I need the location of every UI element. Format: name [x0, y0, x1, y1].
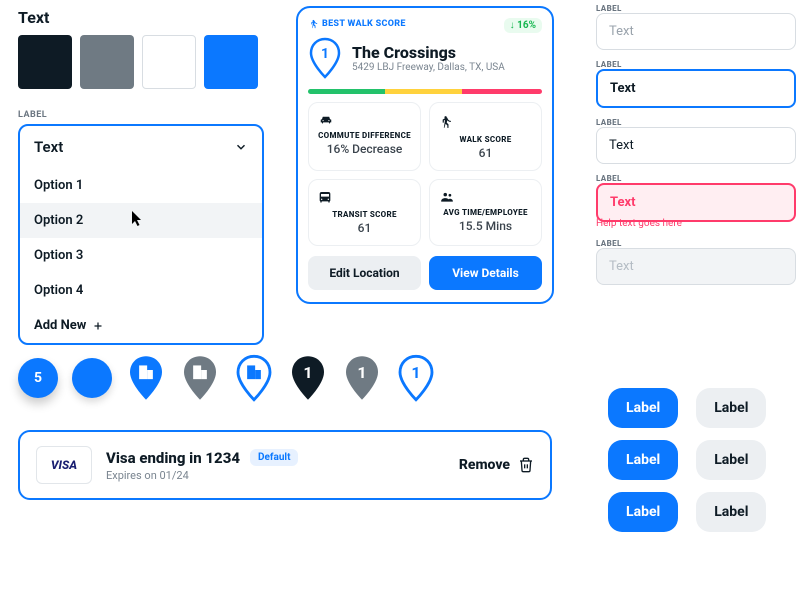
swatch-dark[interactable] [18, 35, 72, 89]
text-input-default[interactable]: Text [596, 13, 796, 50]
best-walk-score-badge: BEST WALK SCORE [308, 18, 406, 30]
location-address: 5429 LBJ Freeway, Dallas, TX, USA [352, 62, 505, 73]
text-input-disabled: Text [596, 248, 796, 285]
location-title: The Crossings [352, 43, 505, 62]
pin-building-outline[interactable] [234, 354, 274, 402]
chevron-down-icon [234, 140, 248, 154]
swatch-gray[interactable] [80, 35, 134, 89]
cursor-icon [132, 211, 144, 227]
field-label: LABEL [596, 239, 796, 248]
text-heading: Text [18, 8, 258, 27]
dropdown-add-new[interactable]: Add New [20, 308, 262, 343]
chip-secondary[interactable]: Label [696, 492, 766, 532]
plus-icon [92, 320, 104, 332]
pin-number-dark[interactable]: 1 [288, 354, 328, 402]
payment-card: VISA Visa ending in 1234 Default Expires… [18, 430, 552, 500]
delta-badge: ↓ 16% [504, 18, 542, 33]
svg-text:1: 1 [303, 363, 312, 382]
bus-icon [317, 190, 412, 206]
field-help-text: Help text goes here [596, 218, 796, 229]
trash-icon [518, 456, 534, 474]
chip-primary[interactable]: Label [608, 388, 678, 428]
pin-number-gray[interactable]: 1 [342, 354, 382, 402]
dot-marker[interactable] [72, 358, 112, 398]
default-chip: Default [250, 449, 298, 466]
text-input-error[interactable]: Text [596, 183, 796, 222]
stat-commute: COMMUTE DIFFERENCE 16% Decrease [308, 102, 421, 171]
text-input-focused[interactable]: Text [596, 69, 796, 108]
car-icon [317, 113, 412, 127]
svg-text:1: 1 [411, 363, 420, 382]
dropdown-option[interactable]: Option 4 [20, 273, 262, 308]
field-label: LABEL [596, 4, 796, 13]
location-card: BEST WALK SCORE ↓ 16% 1 The Crossings 54… [296, 6, 554, 304]
dropdown-selected[interactable]: Text [20, 126, 262, 168]
stat-avg-time: AVG TIME/EMPLOYEE 15.5 Mins [429, 179, 542, 246]
dropdown-label: LABEL [18, 110, 264, 120]
remove-label: Remove [459, 457, 510, 473]
dropdown-option[interactable]: Option 2 [20, 203, 262, 238]
chip-primary[interactable]: Label [608, 492, 678, 532]
dropdown-option[interactable]: Option 1 [20, 168, 262, 203]
field-label: LABEL [596, 118, 796, 127]
location-pin-icon: 1 [308, 37, 342, 79]
edit-location-button[interactable]: Edit Location [308, 256, 421, 290]
dropdown-option[interactable]: Option 3 [20, 238, 262, 273]
score-bar [308, 89, 542, 94]
swatch-blue[interactable] [204, 35, 258, 89]
payment-title: Visa ending in 1234 [106, 449, 240, 467]
pin-number-outline[interactable]: 1 [396, 354, 436, 402]
pin-building-blue[interactable] [126, 354, 166, 402]
payment-expiry: Expires on 01/24 [106, 469, 445, 482]
color-swatches [18, 35, 258, 89]
remove-button[interactable]: Remove [459, 456, 534, 474]
text-input-filled[interactable]: Text [596, 127, 796, 164]
svg-text:1: 1 [321, 46, 329, 62]
view-details-button[interactable]: View Details [429, 256, 542, 290]
walk-icon [438, 113, 533, 131]
chip-secondary[interactable]: Label [696, 388, 766, 428]
dropdown[interactable]: Text Option 1 Option 2 Option 3 Option 4… [18, 124, 264, 345]
walk-icon [308, 18, 318, 30]
pin-building-gray[interactable] [180, 354, 220, 402]
card-brand-logo: VISA [36, 446, 92, 484]
pin-variants-row: 5 1 1 1 [18, 354, 436, 402]
dropdown-selected-text: Text [34, 138, 63, 156]
count-badge[interactable]: 5 [18, 358, 58, 398]
field-label: LABEL [596, 60, 796, 69]
chip-secondary[interactable]: Label [696, 440, 766, 480]
people-icon [438, 190, 533, 204]
dropdown-option-label: Option 2 [34, 213, 83, 228]
field-label: LABEL [596, 174, 796, 183]
svg-text:1: 1 [357, 363, 366, 382]
stat-transit: TRANSIT SCORE 61 [308, 179, 421, 246]
stat-walk: WALK SCORE 61 [429, 102, 542, 171]
chip-primary[interactable]: Label [608, 440, 678, 480]
add-new-label: Add New [34, 318, 86, 333]
swatch-white[interactable] [142, 35, 196, 89]
